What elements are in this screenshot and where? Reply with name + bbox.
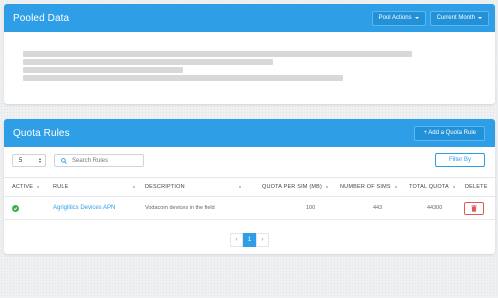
search-rules-input[interactable]: Search Rules — [54, 154, 144, 167]
current-month-button[interactable]: Current Month — [429, 10, 489, 26]
loading-placeholder — [23, 59, 273, 65]
column-active[interactable]: ACTIVE — [12, 178, 40, 196]
table-row[interactable]: Agriglitics Devices APN Vodacom devices … — [4, 197, 495, 220]
search-icon — [61, 157, 67, 164]
quota-rules-card: Quota Rules + Add a Quota Rule 5 Search … — [4, 119, 495, 254]
table-header-row: ACTIVE RULE DESCRIPTION QUOTA PER SIM (M… — [4, 177, 495, 197]
sort-icon — [133, 185, 135, 189]
description-cell: Vodacom devices in the field — [145, 205, 215, 211]
caret-down-icon — [478, 17, 482, 19]
filter-by-label: Filter By — [448, 157, 471, 163]
column-quota-per-sim[interactable]: QUOTA PER SIM (MB) — [262, 178, 329, 196]
page-size-value: 5 — [19, 157, 23, 164]
rule-cell: Agriglitics Devices APN — [53, 197, 115, 219]
quota-rules-header: Quota Rules + Add a Quota Rule — [4, 119, 495, 147]
column-rule[interactable]: RULE — [53, 178, 135, 196]
delete-button[interactable] — [464, 201, 484, 215]
column-number-of-sims-label: NUMBER OF SIMS — [340, 184, 391, 190]
sort-icon — [37, 185, 40, 189]
pooled-data-header: Pooled Data Pool Actions Current Month — [4, 4, 495, 32]
column-total-quota-label: TOTAL QUOTA — [409, 184, 449, 190]
delete-cell — [464, 197, 484, 219]
column-number-of-sims[interactable]: NUMBER OF SIMS — [340, 178, 397, 196]
caret-down-icon — [414, 17, 419, 19]
trash-icon — [471, 204, 477, 212]
total-quota-cell: 44300 — [427, 205, 443, 211]
loading-placeholder — [23, 51, 412, 57]
number-of-sims-cell: 443 — [373, 205, 383, 211]
pool-actions-button[interactable]: Pool Actions — [371, 10, 426, 26]
column-active-label: ACTIVE — [12, 184, 34, 190]
quota-rules-table: ACTIVE RULE DESCRIPTION QUOTA PER SIM (M… — [4, 177, 495, 220]
pagination: ‹ 1 › — [4, 233, 495, 247]
column-total-quota[interactable]: TOTAL QUOTA — [409, 178, 455, 196]
filter-by-button[interactable]: Filter By — [435, 153, 485, 167]
current-month-label: Current Month — [436, 15, 475, 21]
pooled-data-title: Pooled Data — [13, 12, 70, 24]
sort-icon — [394, 185, 397, 189]
add-quota-rule-label: + Add a Quota Rule — [423, 130, 476, 136]
prev-page-button[interactable]: ‹ — [230, 233, 243, 247]
quota-rules-title: Quota Rules — [13, 127, 70, 139]
pooled-data-card: Pooled Data Pool Actions Current Month — [4, 4, 495, 104]
pool-actions-label: Pool Actions — [378, 15, 412, 21]
quota-toolbar: 5 Search Rules Filter By — [4, 153, 495, 169]
next-page-button[interactable]: › — [256, 233, 269, 247]
add-quota-rule-button[interactable]: + Add a Quota Rule — [414, 125, 485, 141]
column-description[interactable]: DESCRIPTION — [145, 178, 241, 196]
column-quota-per-sim-label: QUOTA PER SIM (MB) — [262, 184, 323, 190]
quota-per-sim-cell: 100 — [306, 205, 316, 211]
check-icon — [12, 204, 19, 212]
loading-placeholder — [23, 75, 343, 81]
pooled-data-actions: Pool Actions Current Month — [371, 10, 489, 26]
page-1-button[interactable]: 1 — [243, 233, 256, 247]
active-cell — [12, 197, 19, 219]
column-delete-label: DELETE — [465, 184, 488, 190]
column-delete: DELETE — [465, 178, 488, 196]
column-rule-label: RULE — [53, 184, 69, 190]
sort-icon — [239, 185, 241, 189]
rule-link[interactable]: Agriglitics Devices APN — [53, 205, 115, 211]
select-arrows-icon — [39, 158, 41, 163]
column-description-label: DESCRIPTION — [145, 184, 185, 190]
page-size-select[interactable]: 5 — [12, 154, 46, 167]
search-placeholder: Search Rules — [72, 157, 109, 164]
sort-icon — [452, 185, 455, 189]
loading-placeholder — [23, 67, 183, 73]
sort-icon — [326, 185, 329, 189]
